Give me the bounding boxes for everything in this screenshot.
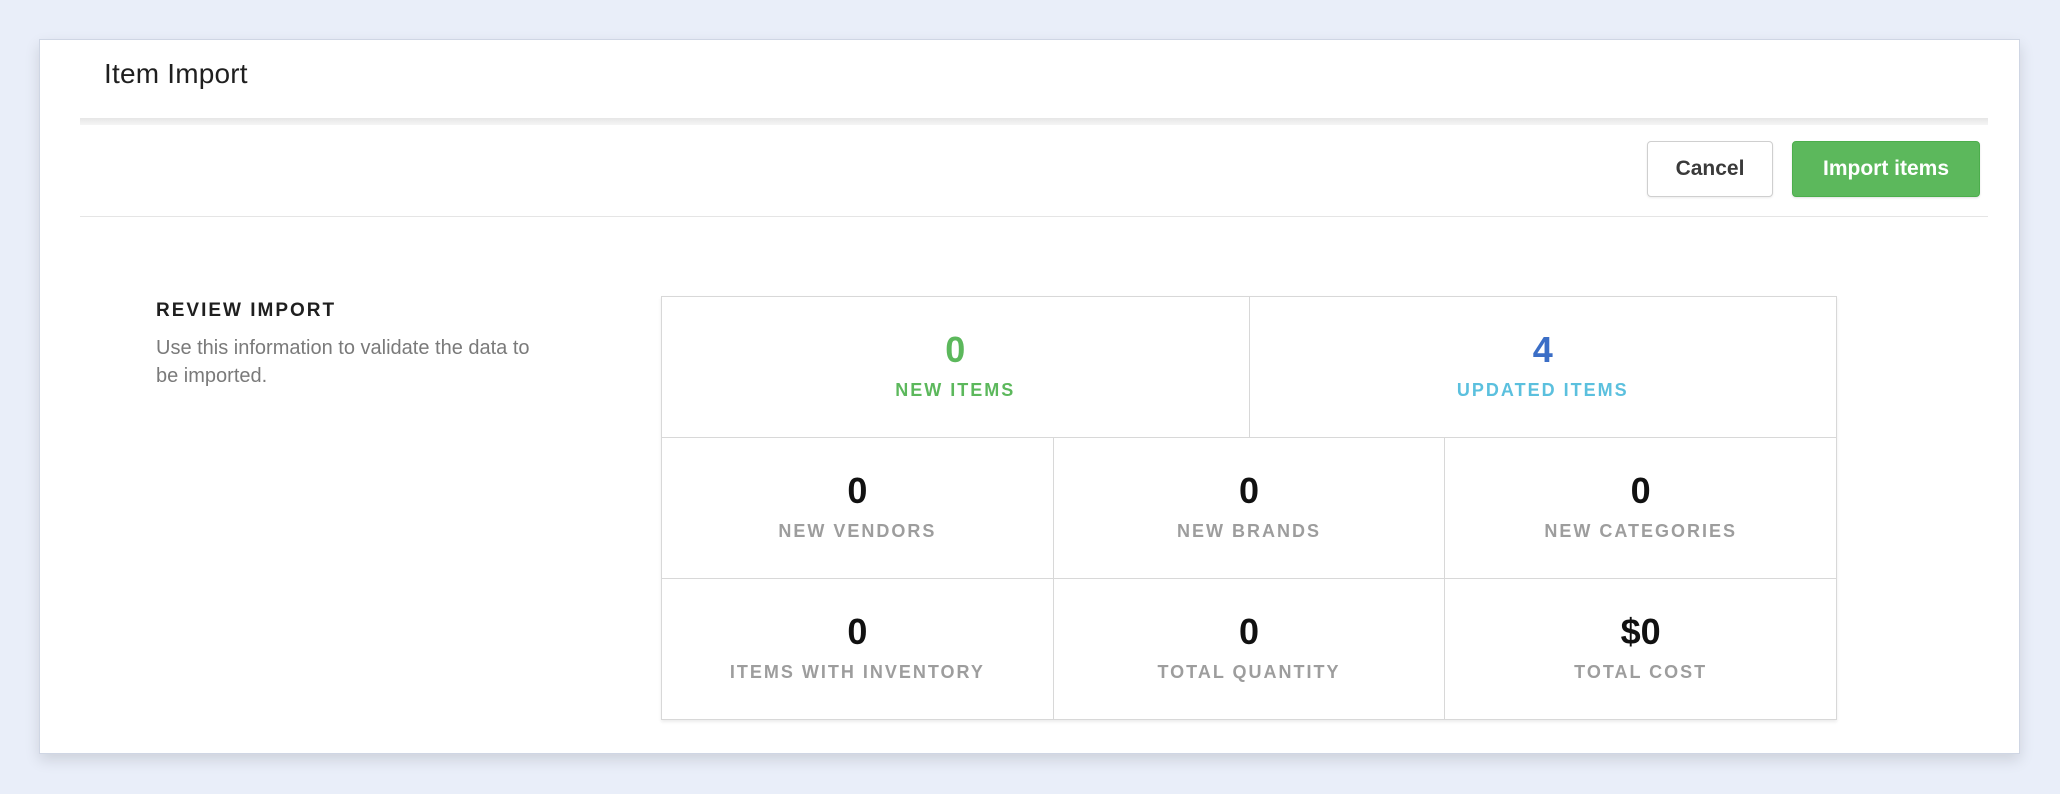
stat-label: UPDATED ITEMS	[1456, 379, 1629, 400]
stat-new-brands: 0 NEW BRANDS	[1054, 438, 1446, 578]
stat-value: 0	[1238, 469, 1260, 511]
review-import-heading: REVIEW IMPORT	[156, 300, 337, 321]
stat-value: 0	[1630, 469, 1651, 511]
stat-value: 0	[1238, 610, 1260, 652]
stat-new-categories: 0 NEW CATEGORIES	[1445, 438, 1836, 578]
stats-row-inventory: 0 ITEMS WITH INVENTORY 0 TOTAL QUANTITY …	[662, 579, 1836, 719]
header-divider	[80, 118, 1988, 125]
stat-new-items: 0 NEW ITEMS	[662, 297, 1250, 437]
review-import-description: Use this information to validate the dat…	[156, 337, 530, 387]
item-import-panel: Item Import Cancel Import items REVIEW I…	[39, 39, 2020, 754]
page-title: Item Import	[104, 58, 248, 89]
stat-total-cost: $0 TOTAL COST	[1445, 579, 1836, 719]
stat-value: $0	[1620, 610, 1661, 652]
stat-value: 0	[945, 328, 966, 370]
stat-label: NEW ITEMS	[895, 379, 1016, 400]
stat-label: NEW VENDORS	[778, 520, 937, 541]
stat-label: NEW BRANDS	[1177, 520, 1321, 541]
stat-items-with-inventory: 0 ITEMS WITH INVENTORY	[662, 579, 1054, 719]
stat-label: TOTAL QUANTITY	[1157, 661, 1341, 682]
stat-label: NEW CATEGORIES	[1544, 520, 1738, 541]
stat-total-quantity: 0 TOTAL QUANTITY	[1054, 579, 1446, 719]
stats-row-items: 0 NEW ITEMS 4 UPDATED ITEMS	[662, 297, 1836, 438]
stat-value: 4	[1532, 328, 1553, 370]
stat-updated-items: 4 UPDATED ITEMS	[1250, 297, 1837, 437]
stat-label: ITEMS WITH INVENTORY	[729, 661, 985, 682]
stat-new-vendors: 0 NEW VENDORS	[662, 438, 1054, 578]
stat-value: 0	[847, 610, 868, 652]
toolbar-divider	[80, 216, 1988, 217]
import-items-button[interactable]: Import items	[1792, 141, 1980, 197]
stat-label: TOTAL COST	[1574, 661, 1708, 682]
stat-value: 0	[847, 469, 868, 511]
cancel-button[interactable]: Cancel	[1647, 141, 1773, 197]
import-stats-grid: 0 NEW ITEMS 4 UPDATED ITEMS 0 NEW VENDOR…	[661, 296, 1837, 720]
stats-row-entities: 0 NEW VENDORS 0 NEW BRANDS 0 NEW CATEGOR…	[662, 438, 1836, 579]
